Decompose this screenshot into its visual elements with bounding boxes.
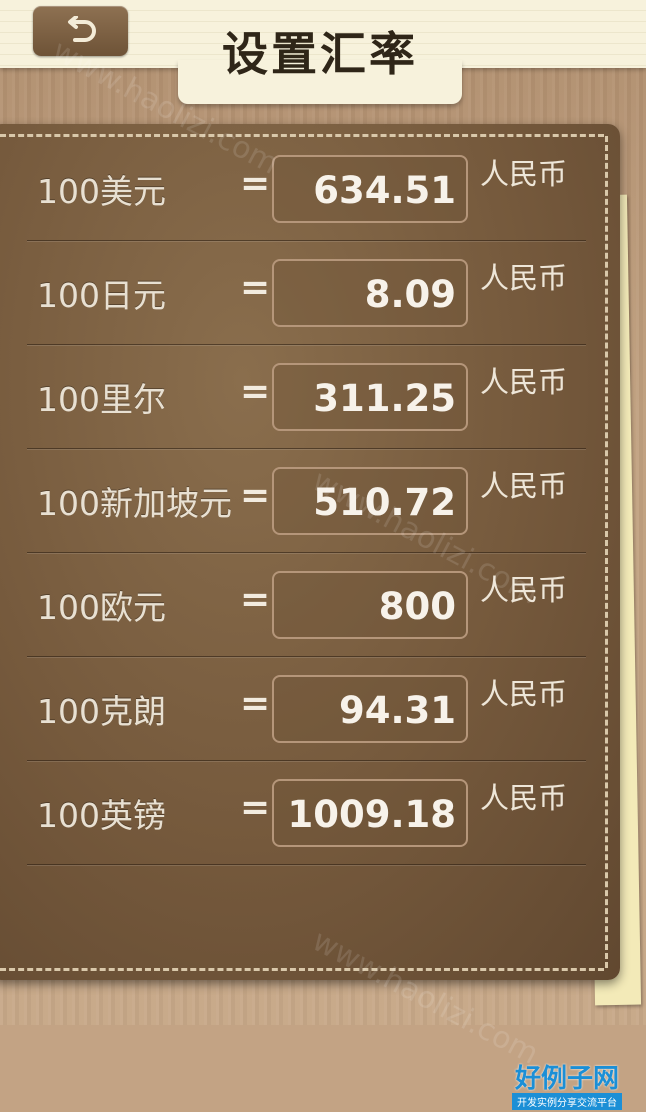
rate-input[interactable]: 94.31 [272, 675, 468, 743]
unit-label: 人民币 [480, 469, 568, 503]
brand-name: 好例子网 [514, 1064, 619, 1094]
back-arrow-icon [68, 16, 96, 42]
currency-label: 100日元 [37, 276, 166, 315]
rate-value: 8.09 [364, 273, 456, 316]
rate-value: 1009.18 [287, 793, 456, 836]
unit-label: 人民币 [480, 677, 568, 711]
unit-label: 人民币 [480, 573, 568, 607]
row-divider [27, 864, 586, 865]
equals-sign: = [240, 267, 271, 308]
currency-label: 100新加坡元 [37, 484, 232, 523]
brand-tagline: 开发实例分享交流平台 [512, 1093, 622, 1110]
rate-value: 510.72 [313, 481, 456, 524]
rate-input[interactable]: 1009.18 [272, 779, 468, 847]
equals-sign: = [240, 371, 271, 412]
rate-row: 100新加坡元 = 510.72 人民币 [0, 449, 600, 553]
currency-label: 100美元 [37, 172, 166, 211]
rate-row: 100美元 = 634.51 人民币 [0, 137, 600, 241]
equals-sign: = [240, 787, 271, 828]
rate-input[interactable]: 634.51 [272, 155, 468, 223]
rate-value: 94.31 [338, 689, 456, 732]
stitch-right [605, 136, 608, 968]
unit-label: 人民币 [480, 157, 568, 191]
rate-value: 311.25 [313, 377, 456, 420]
unit-label: 人民币 [480, 261, 568, 295]
rate-row: 100克朗 = 94.31 人民币 [0, 657, 600, 761]
unit-label: 人民币 [480, 365, 568, 399]
stitch-bottom [0, 968, 604, 971]
back-button[interactable] [33, 6, 128, 56]
currency-label: 100里尔 [37, 380, 166, 419]
page-title: 设置汇率 [222, 27, 418, 81]
equals-sign: = [240, 163, 271, 204]
rate-row: 100欧元 = 800 人民币 [0, 553, 600, 657]
equals-sign: = [240, 683, 271, 724]
rate-value: 800 [378, 585, 456, 628]
rate-row: 100英镑 = 1009.18 人民币 [0, 761, 600, 865]
equals-sign: = [240, 579, 271, 620]
rate-row: 100里尔 = 311.25 人民币 [0, 345, 600, 449]
brand-logo: 好例子网 开发实例分享交流平台 [512, 1058, 622, 1110]
rate-input[interactable]: 510.72 [272, 467, 468, 535]
unit-label: 人民币 [480, 781, 568, 815]
currency-label: 100欧元 [37, 588, 166, 627]
currency-label: 100克朗 [37, 692, 166, 731]
currency-label: 100英镑 [37, 796, 166, 835]
equals-sign: = [240, 475, 271, 516]
rate-input[interactable]: 800 [272, 571, 468, 639]
rate-row: 100日元 = 8.09 人民币 [0, 241, 600, 345]
rate-input[interactable]: 311.25 [272, 363, 468, 431]
rate-input[interactable]: 8.09 [272, 259, 468, 327]
rate-value: 634.51 [313, 169, 456, 212]
